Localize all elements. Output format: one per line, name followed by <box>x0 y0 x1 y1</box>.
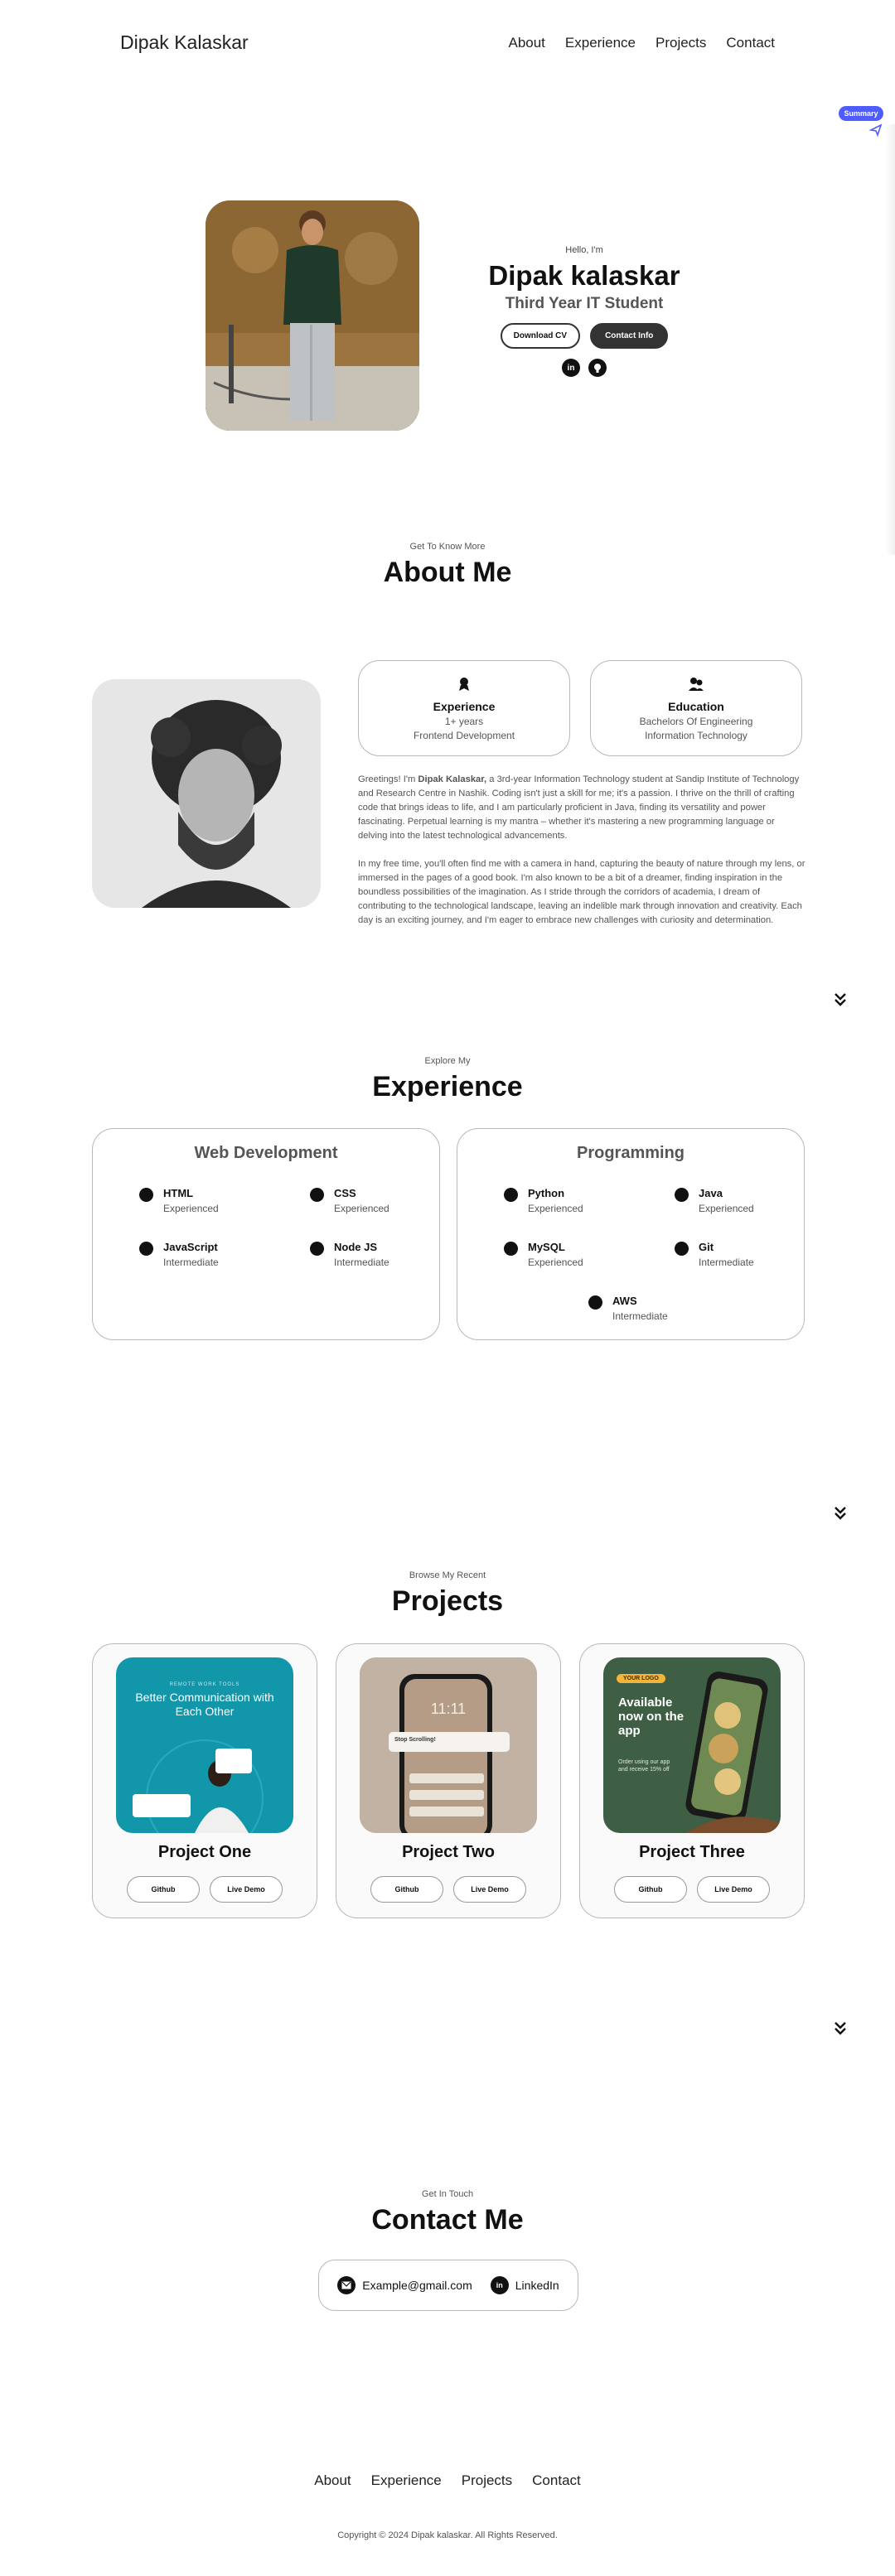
linkedin-text[interactable]: LinkedIn <box>515 2279 559 2292</box>
github-button[interactable]: Github <box>127 1876 200 1903</box>
project-title: Project Two <box>402 1843 495 1861</box>
live-demo-button[interactable]: Live Demo <box>210 1876 283 1903</box>
nav-link-contact[interactable]: Contact <box>726 35 775 51</box>
checkmark-icon <box>675 1242 689 1256</box>
web-development-title: Web Development <box>194 1144 338 1162</box>
project-card: 11:11 Stop Scrolling! Project Two Github… <box>336 1643 561 1918</box>
project-card: YOUR LOGO Available now on the app Order… <box>579 1643 805 1918</box>
education-card: Education Bachelors Of Engineering Infor… <box>590 660 802 756</box>
checkmark-icon <box>588 1295 602 1310</box>
project-one-image: REMOTE WORK TOOLS Better Communication w… <box>116 1657 293 1833</box>
github-button[interactable]: Github <box>370 1876 443 1903</box>
programming-card: Programming Python Experienced Java Experi… <box>457 1128 805 1340</box>
skill-item: Python Experienced <box>504 1187 583 1214</box>
github-button[interactable]: Github <box>614 1876 687 1903</box>
linkedin-icon[interactable]: in <box>562 359 580 377</box>
skill-item: Node JS Intermediate <box>310 1241 389 1268</box>
nav-link-experience[interactable]: Experience <box>565 35 636 51</box>
education-card-title: Education <box>668 700 724 713</box>
experience-kicker: Explore My <box>424 1056 471 1066</box>
side-panel-edge <box>885 124 895 555</box>
email-text[interactable]: Example@gmail.com <box>362 2279 472 2292</box>
skill-item: HTML Experienced <box>139 1187 219 1214</box>
project-three-image: YOUR LOGO Available now on the app Order… <box>603 1657 781 1833</box>
contact-kicker: Get In Touch <box>421 2189 474 2199</box>
about-paragraph-2: In my free time, you'll often find me wi… <box>358 859 806 925</box>
skill-item: CSS Experienced <box>310 1187 389 1214</box>
scroll-down-arrow-icon[interactable] <box>834 1506 847 1521</box>
project-card: REMOTE WORK TOOLS Better Communication w… <box>92 1643 317 1918</box>
checkmark-icon <box>504 1188 518 1202</box>
experience-card-title: Experience <box>433 700 496 713</box>
projects-kicker: Browse My Recent <box>409 1570 486 1580</box>
github-icon[interactable] <box>588 359 607 377</box>
hero-greeting: Hello, I'm <box>565 245 603 255</box>
footer-link-experience[interactable]: Experience <box>371 2472 442 2489</box>
experience-card-line: Frontend Development <box>413 730 515 741</box>
live-demo-button[interactable]: Live Demo <box>453 1876 526 1903</box>
nav-link-projects[interactable]: Projects <box>656 35 706 51</box>
programming-title: Programming <box>576 1144 685 1162</box>
projects-title: Projects <box>391 1585 504 1617</box>
about-description: Greetings! I'm Dipak Kalaskar, a 3rd-yea… <box>358 773 806 942</box>
education-icon <box>689 678 704 691</box>
email-icon <box>337 2276 356 2294</box>
checkmark-icon <box>310 1242 324 1256</box>
summary-badge[interactable]: Summary <box>839 106 883 121</box>
about-title: About Me <box>383 557 512 588</box>
contact-info-button[interactable]: Contact Info <box>590 323 669 349</box>
copyright-text: Copyright © 2024 Dipak kalaskar. All Rig… <box>337 2530 558 2540</box>
footer-link-contact[interactable]: Contact <box>532 2472 581 2489</box>
web-development-card: Web Development HTML Experienced CSS Exper… <box>92 1128 440 1340</box>
hero-role: Third Year IT Student <box>505 295 664 312</box>
site-logo[interactable]: Dipak Kalaskar <box>120 31 249 54</box>
skill-item: Java Experienced <box>675 1187 754 1214</box>
scroll-down-arrow-icon[interactable] <box>834 992 847 1007</box>
hero-name: Dipak kalaskar <box>488 260 680 291</box>
experience-card: Experience 1+ years Frontend Development <box>358 660 570 756</box>
linkedin-icon: in <box>490 2276 509 2294</box>
footer-nav: About Experience Projects Contact <box>0 2472 895 2489</box>
footer-link-projects[interactable]: Projects <box>462 2472 512 2489</box>
education-card-line: Bachelors Of Engineering <box>639 716 753 727</box>
checkmark-icon <box>675 1188 689 1202</box>
skill-item: MySQL Experienced <box>504 1241 583 1268</box>
about-photo <box>92 679 321 908</box>
skill-item: Git Intermediate <box>675 1241 754 1268</box>
education-card-line: Information Technology <box>645 730 747 741</box>
project-title: Project Three <box>639 1843 745 1861</box>
checkmark-icon <box>139 1242 153 1256</box>
checkmark-icon <box>310 1188 324 1202</box>
experience-card-line: 1+ years <box>444 716 484 727</box>
about-kicker: Get To Know More <box>409 542 486 552</box>
email-link[interactable]: Example@gmail.com <box>337 2276 472 2294</box>
about-paragraph-1: Greetings! I'm Dipak Kalaskar, a 3rd-yea… <box>358 774 800 841</box>
hero-intro: Hello, I'm Dipak kalaskar Third Year IT … <box>464 245 704 377</box>
footer-link-about[interactable]: About <box>314 2472 351 2489</box>
linkedin-link[interactable]: in LinkedIn <box>490 2276 559 2294</box>
skill-item: JavaScript Intermediate <box>139 1241 219 1268</box>
checkmark-icon <box>504 1242 518 1256</box>
about-name-bold: Dipak Kalaskar, <box>418 774 487 784</box>
top-nav: About Experience Projects Contact <box>508 35 775 51</box>
live-demo-button[interactable]: Live Demo <box>697 1876 770 1903</box>
contact-title: Contact Me <box>371 2204 524 2236</box>
nav-link-about[interactable]: About <box>508 35 544 51</box>
award-icon <box>459 678 469 691</box>
send-icon[interactable] <box>868 123 883 137</box>
contact-box: Example@gmail.com in LinkedIn <box>318 2260 578 2311</box>
checkmark-icon <box>139 1188 153 1202</box>
download-cv-button[interactable]: Download CV <box>500 323 581 349</box>
scroll-down-arrow-icon[interactable] <box>834 2021 847 2036</box>
project-title: Project One <box>157 1843 252 1861</box>
project-two-image: 11:11 Stop Scrolling! <box>360 1657 537 1833</box>
hero-profile-photo <box>206 200 419 431</box>
experience-title: Experience <box>372 1071 523 1102</box>
skill-item: AWS Intermediate <box>588 1295 668 1322</box>
